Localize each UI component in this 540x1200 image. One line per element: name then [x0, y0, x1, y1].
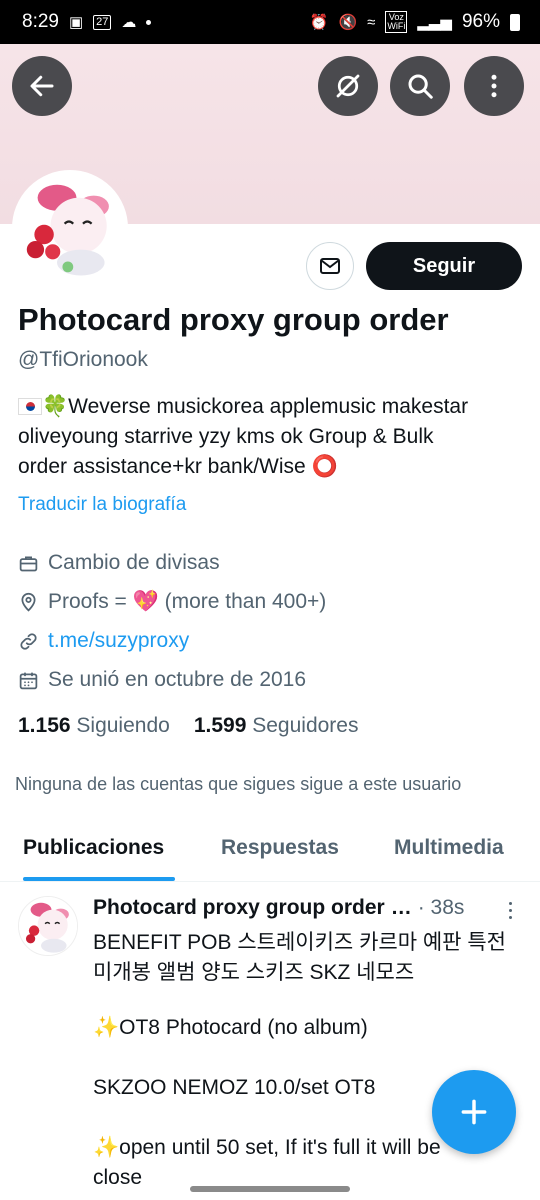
following-count: 1.156 [18, 714, 71, 737]
compose-post-button[interactable] [432, 1070, 516, 1154]
profile-name: Photocard proxy group order [18, 302, 449, 337]
home-indicator[interactable] [190, 1186, 350, 1192]
link-icon [20, 632, 37, 650]
calendar-icon [19, 672, 38, 689]
plus-icon [461, 1099, 487, 1125]
profile-bio: 🍀Weverse musickorea applemusic makestar … [18, 392, 523, 482]
mute-icon: 🔇 [338, 13, 358, 31]
post-text-line: BENEFIT POB 스트레이키즈 카르마 예판 특전 [93, 931, 506, 954]
post-author[interactable]: Photocard proxy group order [93, 896, 385, 920]
tab-replies[interactable]: Respuestas [221, 836, 339, 860]
category-text: Cambio de divisas [48, 551, 220, 574]
battery-level: 96% [461, 11, 500, 32]
mail-icon [320, 258, 340, 274]
translate-bio-link[interactable]: Traducir la biografía [18, 494, 186, 516]
follow-button[interactable]: Seguir [366, 242, 522, 290]
profile-handle: @TfiOrionook [18, 348, 148, 371]
post-timestamp[interactable]: · 38s [418, 896, 465, 920]
status-time: 8:29 [22, 11, 59, 32]
tab-posts[interactable]: Publicaciones [23, 836, 164, 860]
signal-icon: ▂▃▅ [417, 13, 452, 31]
post-author-ellipsis: … [390, 896, 412, 919]
followers-label: Seguidores [252, 714, 359, 737]
post-avatar[interactable] [18, 896, 78, 956]
briefcase-icon [19, 556, 38, 571]
avatar-image [19, 897, 77, 955]
notification-dot-icon [146, 19, 152, 25]
more-dot [508, 908, 512, 912]
post-text-line: 미개봉 앨범 양도 스키즈 SKZ 네모즈 [93, 961, 415, 984]
cloud-icon: ☁ [121, 13, 137, 31]
profile-joined: Se unió en octubre de 2016 [18, 668, 306, 692]
calendar-status-icon: 27 [93, 14, 112, 30]
profile-avatar[interactable] [12, 170, 128, 286]
profile-location: Proofs = 💖 (more than 400+) [18, 590, 326, 614]
wifi-icon: ≈ [367, 13, 376, 31]
post-text-line: ✨open until 50 set, If it's full it will… [93, 1136, 441, 1159]
network-label: Voz WiFi [385, 11, 408, 33]
avatar-image [16, 174, 124, 282]
post-text-line: ✨OT8 Photocard (no album) [93, 1016, 368, 1039]
following-label: Siguiendo [76, 714, 170, 737]
followed-by-note: Ninguna de las cuentas que sigues sigue … [15, 774, 462, 794]
more-options-button[interactable] [464, 56, 524, 116]
bio-line-3: order assistance+kr bank/Wise ⭕ [18, 455, 338, 478]
search-icon [408, 74, 433, 99]
post-more-button[interactable] [500, 898, 520, 922]
grok-icon [336, 74, 360, 98]
grok-button[interactable] [318, 56, 378, 116]
following-link[interactable]: 1.156 Siguiendo [18, 714, 170, 738]
battery-icon [510, 13, 520, 31]
post-header: Photocard proxy group order … · 38s [93, 896, 493, 920]
back-button[interactable] [12, 56, 72, 116]
alarm-icon: ⏰ [309, 13, 329, 31]
status-bar: 8:29 ▣ 27 ☁ ⏰ 🔇 ≈ Voz WiFi ▂▃▅ 96% [0, 0, 540, 44]
post-text-line: close [93, 1166, 143, 1189]
website-link[interactable]: t.me/suzyproxy [48, 629, 189, 653]
more-dot [508, 915, 512, 919]
gallery-icon: ▣ [68, 13, 84, 31]
joined-text: Se unió en octubre de 2016 [48, 668, 307, 691]
follow-counts: 1.156 Siguiendo 1.599 Seguidores [18, 714, 358, 738]
more-vertical-icon [508, 901, 512, 905]
post-text-line: SKZOO NEMOZ 10.0/set OT8 [93, 1076, 376, 1099]
south-korea-flag-icon [18, 398, 42, 415]
profile-website[interactable]: t.me/suzyproxy [18, 629, 189, 653]
more-vertical-icon [491, 74, 497, 98]
followers-link[interactable]: 1.599 Seguidores [194, 714, 359, 738]
bio-line-1: 🍀Weverse musickorea applemusic makestar [42, 395, 469, 418]
search-button[interactable] [390, 56, 450, 116]
location-text: Proofs = 💖 (more than 400+) [48, 590, 327, 613]
active-tab-indicator [23, 877, 175, 881]
profile-tabs: Publicaciones Respuestas Multimedia [0, 822, 540, 882]
bio-line-2: oliveyoung starrive yzy kms ok Group & B… [18, 425, 434, 448]
arrow-left-icon [30, 75, 54, 97]
tab-media[interactable]: Multimedia [394, 836, 504, 860]
followers-count: 1.599 [193, 714, 247, 737]
location-pin-icon [21, 592, 36, 612]
profile-category: Cambio de divisas [18, 551, 220, 575]
message-button[interactable] [306, 242, 354, 290]
